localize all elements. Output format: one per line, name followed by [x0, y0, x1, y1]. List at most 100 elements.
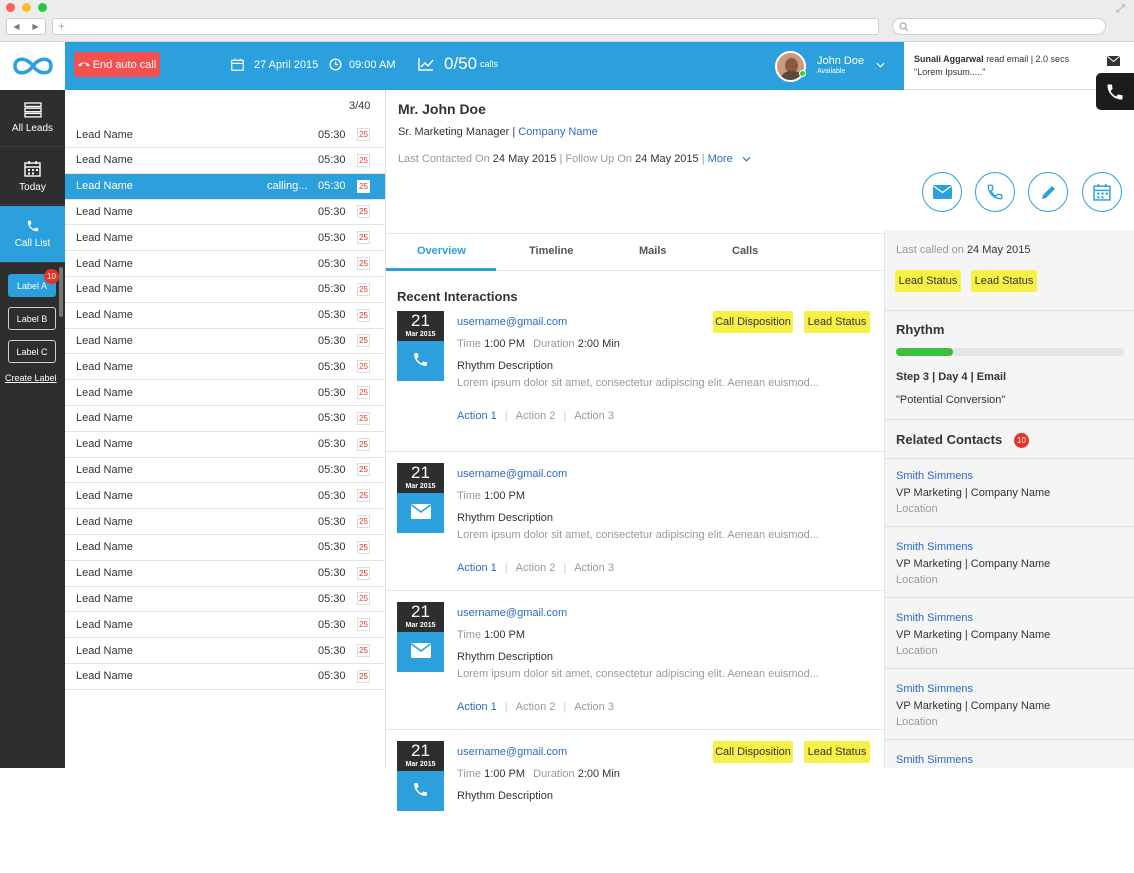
contact-name[interactable]: Smith Simmens: [896, 754, 973, 766]
contact-name[interactable]: Smith Simmens: [896, 683, 973, 695]
rhythm-description: Rhythm Description: [457, 512, 553, 524]
action-link[interactable]: Action 3: [574, 562, 614, 574]
chevron-down-icon[interactable]: [876, 62, 885, 68]
action-link[interactable]: Action 1: [457, 701, 497, 713]
lead-counter: 3/40: [349, 100, 371, 112]
lead-row[interactable]: Lead Name 05:30 25: [65, 432, 385, 458]
lead-row[interactable]: Lead Name 05:30 25: [65, 328, 385, 355]
lead-name: Lead Name: [76, 360, 133, 373]
calendar-icon: [24, 160, 41, 177]
lead-badge: 25: [357, 308, 370, 322]
lead-row[interactable]: Lead Name 05:30 25: [65, 303, 385, 329]
time-value: 1:00 PM: [484, 490, 526, 502]
end-auto-call-button[interactable]: End auto call: [74, 52, 160, 77]
lead-name: Lead Name: [76, 205, 133, 218]
new-tab-icon[interactable]: +: [58, 19, 65, 33]
lead-status-tag[interactable]: Lead Status: [971, 270, 1037, 292]
call-disposition-tag[interactable]: Call Disposition: [713, 311, 793, 333]
lead-row[interactable]: Lead Name 05:30 25: [65, 199, 385, 226]
sidebar: All Leads Today Call List Label A 10 Lab…: [0, 42, 65, 768]
action-link[interactable]: Action 3: [574, 701, 614, 713]
label-b-button[interactable]: Label B: [8, 307, 56, 330]
close-window-button[interactable]: [6, 3, 15, 12]
action-link[interactable]: Action 2: [516, 562, 556, 574]
address-bar[interactable]: +: [52, 18, 879, 35]
action-link[interactable]: Action 3: [574, 410, 614, 422]
action-link[interactable]: Action 1: [457, 410, 497, 422]
browser-search-input[interactable]: [892, 18, 1106, 35]
lead-row[interactable]: Lead Name 05:30 25: [65, 638, 385, 664]
tab-overview[interactable]: Overview: [417, 245, 466, 257]
lead-row[interactable]: Lead Name 05:30 25: [65, 251, 385, 277]
edit-action-button[interactable]: [1028, 172, 1068, 212]
logo[interactable]: [0, 42, 65, 90]
date-month: Mar 2015: [405, 331, 436, 338]
company-link[interactable]: Company Name: [518, 126, 597, 138]
lead-row[interactable]: Lead Name 05:30 25: [65, 225, 385, 252]
lead-row[interactable]: Lead Name 05:30 25: [65, 277, 385, 303]
lead-row[interactable]: Lead Name 05:30 25: [65, 586, 385, 613]
interaction-email[interactable]: username@gmail.com: [457, 746, 567, 758]
lead-status-tag[interactable]: Lead Status: [804, 741, 870, 763]
call-disposition-tag[interactable]: Call Disposition: [713, 741, 793, 763]
schedule-action-button[interactable]: [1082, 172, 1122, 212]
contact-name[interactable]: Smith Simmens: [896, 541, 973, 553]
lead-time: 05:30: [318, 283, 346, 296]
action-link[interactable]: Action 2: [516, 410, 556, 422]
contact-name: Mr. John Doe: [398, 101, 486, 117]
back-button[interactable]: ◀: [7, 22, 26, 31]
create-label-link[interactable]: Create Label: [5, 373, 57, 383]
lead-status-tag[interactable]: Lead Status: [804, 311, 870, 333]
call-action-button[interactable]: [975, 172, 1015, 212]
email-action-button[interactable]: [922, 172, 962, 212]
separator: |: [504, 410, 508, 422]
rhythm-description: Rhythm Description: [457, 651, 553, 663]
follow-up-label: | Follow Up On: [556, 153, 636, 165]
lead-status-tag[interactable]: Lead Status: [895, 270, 961, 292]
tab-calls[interactable]: Calls: [732, 245, 758, 257]
lead-row[interactable]: Lead Name 05:30 25: [65, 148, 385, 174]
date-box: 21 Mar 2015: [397, 311, 444, 341]
lead-row[interactable]: Lead Name 05:30 25: [65, 561, 385, 587]
interaction-email[interactable]: username@gmail.com: [457, 468, 567, 480]
lead-name: Lead Name: [76, 231, 133, 244]
sidebar-item-call-list[interactable]: Call List: [0, 206, 65, 263]
action-link[interactable]: Action 2: [516, 701, 556, 713]
date-box: 21 Mar 2015: [397, 463, 444, 493]
maximize-window-button[interactable]: [38, 3, 47, 12]
separator: |: [504, 562, 508, 574]
lead-row[interactable]: Lead Name 05:30 25: [65, 535, 385, 561]
chevron-down-icon[interactable]: [742, 156, 751, 162]
sidebar-item-all-leads[interactable]: All Leads: [0, 90, 65, 147]
lead-row[interactable]: Lead Name 05:30 25: [65, 457, 385, 484]
lead-row[interactable]: Lead Name calling... 05:30 25: [65, 173, 385, 200]
contact-name[interactable]: Smith Simmens: [896, 612, 973, 624]
avatar[interactable]: [775, 51, 806, 82]
rhythm-progress-track: [896, 348, 1125, 356]
sidebar-item-today[interactable]: Today: [0, 148, 65, 205]
lead-row[interactable]: Lead Name 05:30 25: [65, 483, 385, 510]
lead-row[interactable]: Lead Name 05:30 25: [65, 612, 385, 639]
mail-icon[interactable]: [1107, 56, 1120, 66]
lead-row[interactable]: Lead Name 05:30 25: [65, 354, 385, 381]
forward-button[interactable]: ▶: [26, 22, 45, 31]
minimize-window-button[interactable]: [22, 3, 31, 12]
lead-row[interactable]: Lead Name 05:30 25: [65, 664, 385, 690]
lead-row[interactable]: Lead Name 05:30 25: [65, 380, 385, 406]
lead-row[interactable]: Lead Name 05:30 25: [65, 509, 385, 535]
more-link[interactable]: More: [708, 153, 733, 165]
tab-mails[interactable]: Mails: [639, 245, 667, 257]
tab-timeline[interactable]: Timeline: [529, 245, 573, 257]
lead-row[interactable]: Lead Name 05:30 25: [65, 406, 385, 432]
sidebar-scrollbar[interactable]: [59, 267, 63, 317]
lead-time: 05:30: [318, 360, 346, 373]
interaction-email[interactable]: username@gmail.com: [457, 316, 567, 328]
contact-name[interactable]: Smith Simmens: [896, 470, 973, 482]
lead-row[interactable]: Lead Name 05:30 25: [65, 122, 385, 148]
action-link[interactable]: Action 1: [457, 562, 497, 574]
fullscreen-icon[interactable]: ⤢: [1116, 3, 1125, 16]
lead-name: Lead Name: [76, 567, 133, 580]
label-c-button[interactable]: Label C: [8, 340, 56, 363]
infinity-logo-icon: [12, 57, 53, 75]
interaction-email[interactable]: username@gmail.com: [457, 607, 567, 619]
